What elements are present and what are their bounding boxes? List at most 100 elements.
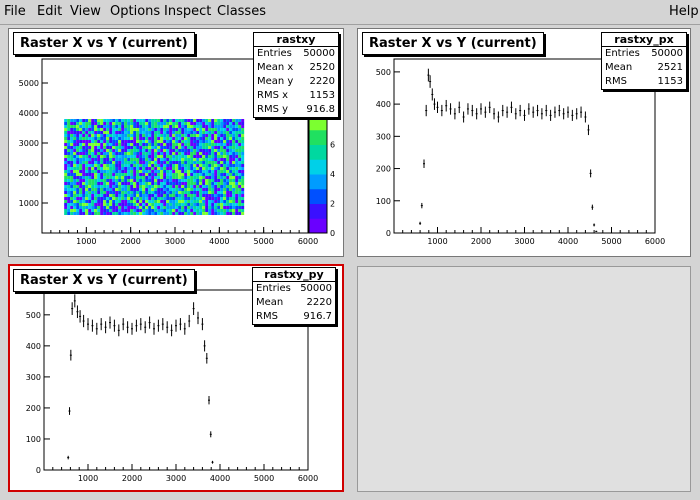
- heatmap-cell: [181, 200, 185, 203]
- heatmap-cell: [235, 176, 239, 179]
- heatmap-cell: [139, 197, 143, 200]
- heatmap-cell: [103, 200, 107, 203]
- heatmap-cell: [76, 209, 80, 212]
- stats-box[interactable]: rastxy Entries 50000 Mean x 2520 Mean y 2220 R…: [253, 32, 339, 118]
- heatmap-cell: [70, 191, 74, 194]
- menu-edit[interactable]: Edit: [37, 4, 62, 19]
- heatmap-cell: [196, 188, 200, 191]
- heatmap-cell: [115, 179, 119, 182]
- heatmap-cell: [124, 209, 128, 212]
- canvas-pad-empty[interactable]: [357, 266, 691, 492]
- heatmap-cell: [148, 149, 152, 152]
- heatmap-cell: [223, 197, 227, 200]
- heatmap-cell: [148, 209, 152, 212]
- menu-file[interactable]: File: [4, 4, 26, 19]
- canvas-pad-2d-histogram[interactable]: 1000 2000 3000 4000 5000 6000 1000 2000 3000 4000…: [8, 28, 344, 257]
- heatmap-cell: [226, 176, 230, 179]
- heatmap-cell: [82, 164, 86, 167]
- heatmap-cell: [130, 179, 134, 182]
- heatmap-cell: [133, 197, 137, 200]
- heatmap-cell: [97, 203, 101, 206]
- heatmap-cell: [235, 191, 239, 194]
- heatmap-cell: [232, 194, 236, 197]
- menu-view[interactable]: View: [70, 4, 101, 19]
- heatmap-cell: [82, 185, 86, 188]
- heatmap-cell: [241, 164, 245, 167]
- heatmap-cell: [76, 170, 80, 173]
- heatmap-cell: [166, 149, 170, 152]
- heatmap-cell: [211, 134, 215, 137]
- heatmap-cell: [163, 119, 167, 122]
- heatmap-cell: [124, 125, 128, 128]
- heatmap-cell: [85, 182, 89, 185]
- stats-value: 2520: [309, 62, 335, 73]
- heatmap-cell: [145, 161, 149, 164]
- heatmap-cell: [76, 161, 80, 164]
- heatmap-cell: [205, 119, 209, 122]
- heatmap-cell: [199, 173, 203, 176]
- heatmap-cell: [151, 143, 155, 146]
- heatmap-cell: [178, 194, 182, 197]
- heatmap-cell: [184, 179, 188, 182]
- heatmap-cell: [148, 167, 152, 170]
- heatmap-cell: [220, 182, 224, 185]
- heatmap-cell: [136, 140, 140, 143]
- heatmap-cell: [181, 146, 185, 149]
- menu-inspect[interactable]: Inspect: [164, 4, 211, 19]
- heatmap-cell: [184, 158, 188, 161]
- heatmap-cell: [232, 176, 236, 179]
- stats-label: RMS: [256, 311, 278, 322]
- menu-options[interactable]: Options: [110, 4, 160, 19]
- heatmap-cell: [235, 200, 239, 203]
- heatmap-cell: [220, 179, 224, 182]
- heatmap-cell: [91, 173, 95, 176]
- heatmap-cell: [145, 191, 149, 194]
- heatmap-cell: [154, 119, 158, 122]
- heatmap-cell: [229, 185, 233, 188]
- x-tick-label: 5000: [253, 237, 273, 246]
- heatmap-cell: [175, 203, 179, 206]
- y-tick-label: 3000: [19, 139, 39, 148]
- stats-label: RMS: [605, 76, 627, 87]
- heatmap-cell: [94, 155, 98, 158]
- heatmap-cell: [139, 212, 143, 215]
- heatmap-cell: [190, 191, 194, 194]
- heatmap-cell: [181, 173, 185, 176]
- heatmap-cell: [205, 179, 209, 182]
- heatmap-cell: [88, 185, 92, 188]
- menu-classes[interactable]: Classes: [217, 4, 266, 19]
- heatmap-cell: [112, 134, 116, 137]
- heatmap-cell: [103, 185, 107, 188]
- heatmap-cell: [187, 143, 191, 146]
- canvas-pad-x-projection[interactable]: 1000 2000 3000 4000 5000 6000 0 100 200 300 400 500…: [357, 28, 691, 257]
- heatmap-cell: [106, 188, 110, 191]
- heatmap-cell: [223, 137, 227, 140]
- heatmap-cell: [223, 194, 227, 197]
- heatmap-cell: [139, 122, 143, 125]
- heatmap-cell: [169, 191, 173, 194]
- z-tick-label: 4: [330, 170, 335, 179]
- canvas-pad-y-projection[interactable]: 1000 2000 3000 4000 5000 6000 0 100 200 300 400 500…: [8, 264, 344, 492]
- menu-help[interactable]: Help: [669, 4, 699, 19]
- heatmap-cell: [79, 188, 83, 191]
- heatmap-cell: [178, 155, 182, 158]
- heatmap-cell: [142, 188, 146, 191]
- heatmap-cell: [139, 164, 143, 167]
- heatmap-cell: [112, 176, 116, 179]
- heatmap-cell: [145, 206, 149, 209]
- heatmap-cell: [220, 125, 224, 128]
- heatmap-cell: [220, 209, 224, 212]
- heatmap-cell: [112, 188, 116, 191]
- heatmap-cell: [94, 143, 98, 146]
- stats-box[interactable]: rastxy_py Entries 50000 Mean 2220 RMS 916.7: [252, 267, 336, 325]
- heatmap-cell: [211, 131, 215, 134]
- stats-box[interactable]: rastxy_px Entries 50000 Mean 2521 RMS 1153: [601, 32, 687, 90]
- heatmap-cell: [175, 191, 179, 194]
- heatmap-cell: [115, 155, 119, 158]
- heatmap-cell: [148, 182, 152, 185]
- heatmap-cell: [76, 197, 80, 200]
- heatmap-cell: [187, 131, 191, 134]
- heatmap-cell: [97, 167, 101, 170]
- heatmap-cell: [91, 161, 95, 164]
- heatmap-cell: [82, 134, 86, 137]
